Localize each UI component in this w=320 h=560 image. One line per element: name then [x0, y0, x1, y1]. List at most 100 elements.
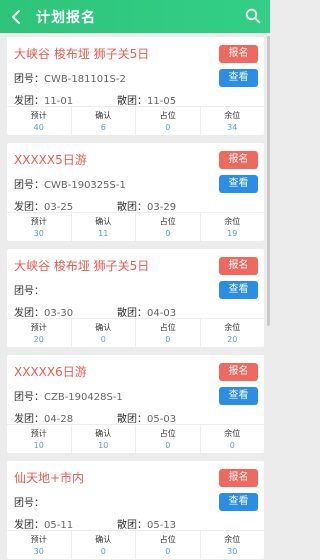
top-bar: 计划报名 [0, 0, 270, 33]
stat-label: 余位 [224, 429, 241, 438]
date-row: 发团：04-28 散团：05-03 [14, 410, 176, 425]
stat-label: 预计 [30, 429, 47, 438]
team-number-label: 团号： [14, 286, 44, 297]
sign-up-button[interactable]: 报名 [219, 257, 258, 275]
stat-remain: 余位 19 [201, 213, 265, 241]
plan-card: 大峡谷 梭布垭 狮子关5日 团号：CWB-181101S-2 发团：11-01 … [7, 37, 264, 135]
sign-up-button[interactable]: 报名 [219, 151, 258, 169]
stat-confirm: 确认 0 [72, 531, 136, 559]
search-icon[interactable] [245, 8, 261, 24]
stat-value: 0 [165, 441, 171, 450]
stats-row: 预计 30 确认 11 占位 0 余位 19 [7, 212, 264, 241]
team-number-value: CWB-181101S-2 [44, 74, 126, 85]
stat-hold: 占位 0 [136, 213, 201, 241]
stat-plan: 预计 40 [7, 107, 72, 135]
stats-row: 预计 30 确认 0 占位 0 余位 30 [7, 530, 264, 559]
date-row: 发团：03-30 散团：04-03 [14, 304, 176, 319]
stat-value: 6 [100, 123, 106, 132]
stat-label: 预计 [30, 535, 47, 544]
stat-value: 30 [227, 547, 238, 556]
stat-label: 占位 [159, 217, 176, 226]
stat-remain: 余位 20 [201, 319, 265, 347]
stat-value: 40 [33, 123, 44, 132]
stat-label: 预计 [30, 111, 47, 120]
sign-up-button[interactable]: 报名 [219, 469, 258, 487]
stat-value: 20 [227, 335, 238, 344]
view-button[interactable]: 查看 [219, 175, 258, 193]
stat-plan: 预计 10 [7, 425, 72, 453]
plan-card: XXXXX5日游 团号：CWB-190325S-1 发团：03-25 散团：03… [7, 143, 264, 241]
team-number-row: 团号： [14, 494, 44, 509]
date-row: 发团：11-01 散团：11-05 [14, 92, 176, 107]
stat-plan: 预计 30 [7, 213, 72, 241]
stat-confirm: 确认 11 [72, 213, 136, 241]
stat-label: 余位 [224, 535, 241, 544]
stat-label: 余位 [224, 217, 241, 226]
stat-confirm: 确认 0 [72, 319, 136, 347]
stat-label: 占位 [159, 323, 176, 332]
stat-label: 确认 [95, 429, 112, 438]
stat-value: 0 [165, 123, 171, 132]
view-button[interactable]: 查看 [219, 493, 258, 511]
stat-value: 0 [165, 335, 171, 344]
stat-hold: 占位 0 [136, 319, 201, 347]
stat-value: 20 [33, 335, 44, 344]
plan-name: XXXXX6日游 [14, 365, 87, 379]
stat-hold: 占位 0 [136, 531, 201, 559]
stat-value: 34 [227, 123, 238, 132]
plan-card: 仙天地+市内 团号： 发团：05-11 散团：05-13 报名 查看 预计 30 … [7, 461, 264, 559]
team-number-row: 团号：CZB-190428S-1 [14, 388, 123, 403]
stats-row: 预计 10 确认 10 占位 0 余位 0 [7, 424, 264, 453]
plan-card: XXXXX6日游 团号：CZB-190428S-1 发团：04-28 散团：05… [7, 355, 264, 453]
team-number-row: 团号： [14, 282, 44, 297]
page-title: 计划报名 [36, 10, 96, 26]
view-button[interactable]: 查看 [219, 281, 258, 299]
plan-name: 仙天地+市内 [14, 471, 85, 485]
stat-label: 预计 [30, 323, 47, 332]
plan-card: 大峡谷 梭布垭 狮子关5日 团号： 发团：03-30 散团：04-03 报名 查… [7, 249, 264, 347]
sign-up-button[interactable]: 报名 [219, 363, 258, 381]
stat-label: 确认 [95, 217, 112, 226]
stat-label: 占位 [159, 429, 176, 438]
stat-label: 预计 [30, 217, 47, 226]
date-row: 发团：05-11 散团：05-13 [14, 516, 176, 531]
back-arrow-icon[interactable] [9, 9, 25, 25]
plan-name: 大峡谷 梭布垭 狮子关5日 [14, 259, 150, 273]
stat-remain: 余位 0 [201, 425, 265, 453]
stat-label: 占位 [159, 111, 176, 120]
team-number-label: 团号： [14, 74, 44, 85]
stat-confirm: 确认 6 [72, 107, 136, 135]
stat-hold: 占位 0 [136, 107, 201, 135]
stat-value: 10 [98, 441, 109, 450]
team-number-label: 团号： [14, 498, 44, 509]
view-button[interactable]: 查看 [219, 387, 258, 405]
stat-confirm: 确认 10 [72, 425, 136, 453]
stat-hold: 占位 0 [136, 425, 201, 453]
stat-value: 0 [100, 547, 106, 556]
stat-value: 19 [227, 229, 238, 238]
stat-remain: 余位 30 [201, 531, 265, 559]
stat-label: 确认 [95, 535, 112, 544]
team-number-row: 团号：CWB-181101S-2 [14, 70, 126, 85]
stat-label: 确认 [95, 323, 112, 332]
stat-plan: 预计 30 [7, 531, 72, 559]
stat-value: 10 [33, 441, 44, 450]
stat-label: 余位 [224, 111, 241, 120]
stat-value: 0 [165, 547, 171, 556]
stats-row: 预计 20 确认 0 占位 0 余位 20 [7, 318, 264, 347]
sign-up-button[interactable]: 报名 [219, 45, 258, 63]
team-number-row: 团号：CWB-190325S-1 [14, 176, 126, 191]
stat-label: 余位 [224, 323, 241, 332]
scrollbar[interactable] [267, 36, 270, 326]
stat-value: 30 [33, 229, 44, 238]
stat-label: 确认 [95, 111, 112, 120]
team-number-label: 团号： [14, 392, 44, 403]
stat-value: 0 [165, 229, 171, 238]
plan-name: 大峡谷 梭布垭 狮子关5日 [14, 47, 150, 61]
plan-list[interactable]: 大峡谷 梭布垭 狮子关5日 团号：CWB-181101S-2 发团：11-01 … [0, 33, 270, 560]
stat-value: 11 [98, 229, 109, 238]
view-button[interactable]: 查看 [219, 69, 258, 87]
team-number-value: CWB-190325S-1 [44, 180, 126, 191]
stats-row: 预计 40 确认 6 占位 0 余位 34 [7, 106, 264, 135]
stat-plan: 预计 20 [7, 319, 72, 347]
